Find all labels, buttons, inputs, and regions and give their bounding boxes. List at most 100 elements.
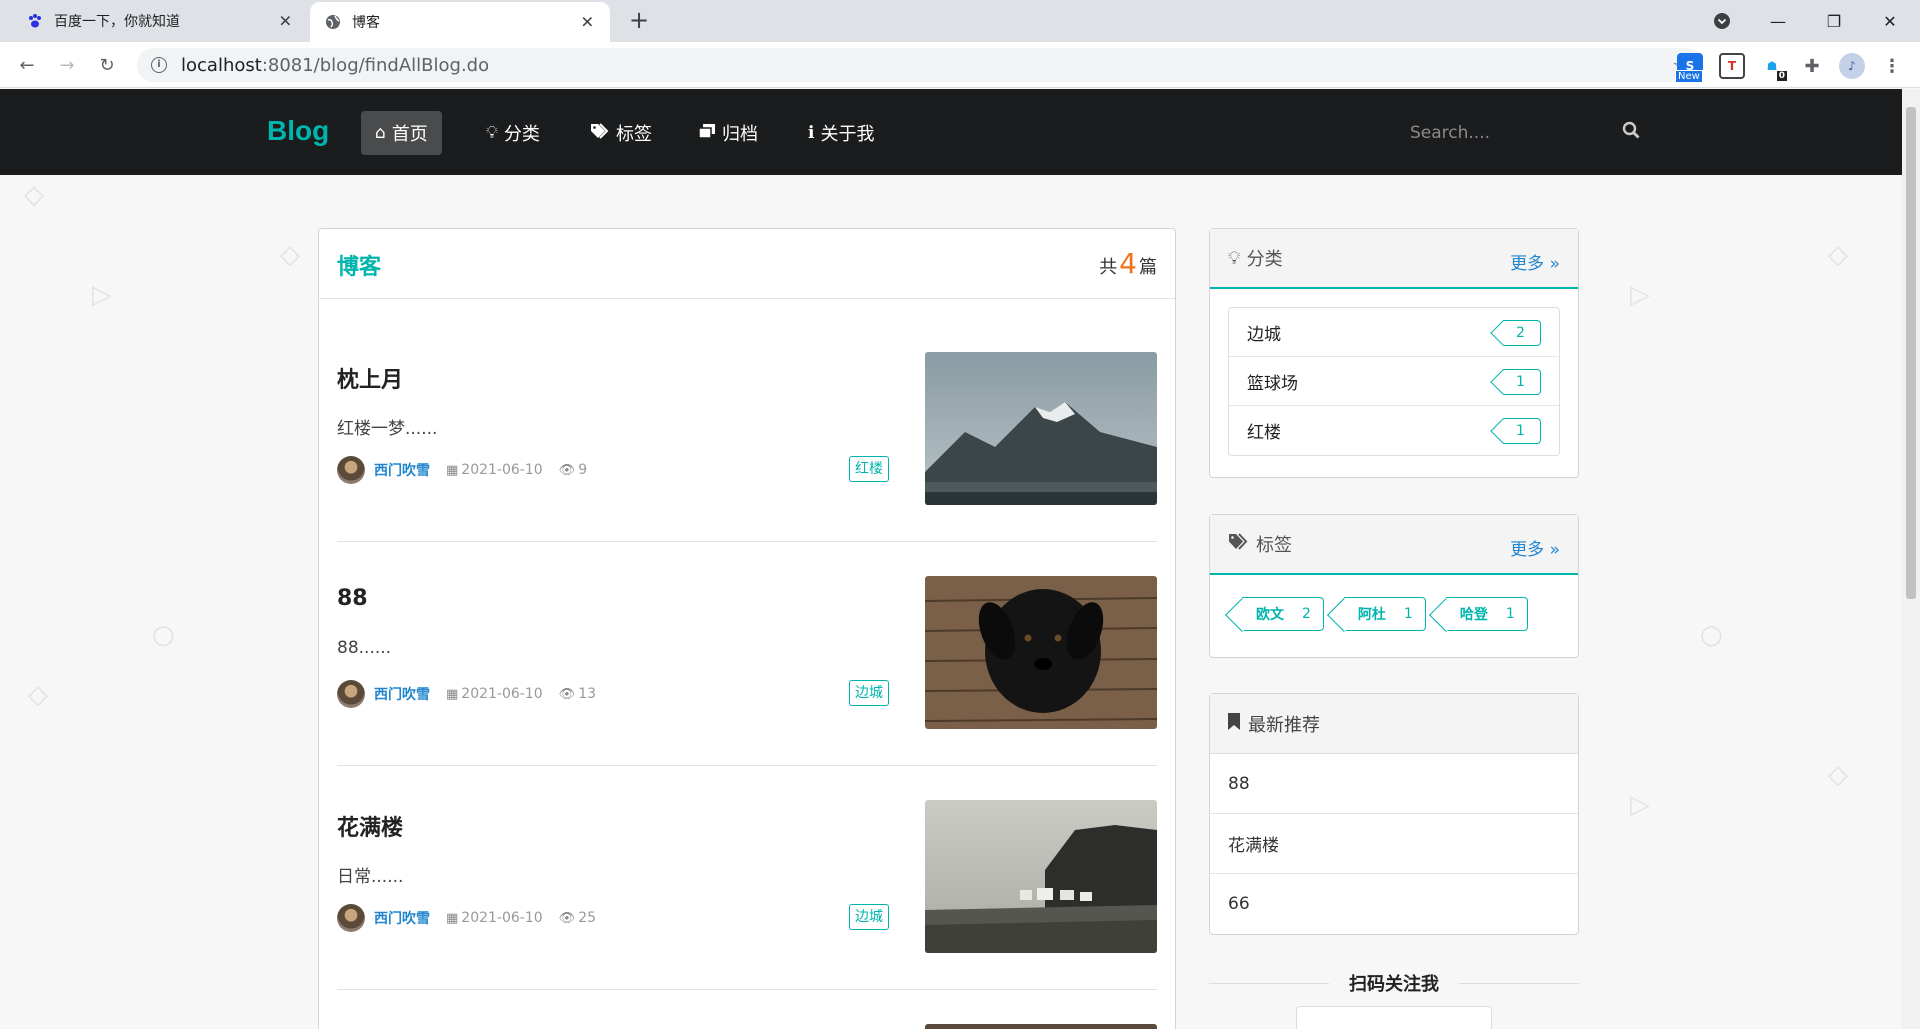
background-decoration: ◇: [1828, 240, 1848, 270]
tag-card-header: 标签 更多 »: [1210, 515, 1578, 575]
nav-label: 归档: [722, 124, 758, 145]
clone-icon: [698, 123, 716, 144]
menu-kebab-icon[interactable]: ⋮: [1879, 53, 1905, 79]
bookmark-icon: [1228, 712, 1240, 735]
post-meta: 西门吹雪 ▦ 2021-06-10 👁︎ 13: [337, 679, 612, 709]
tag-item[interactable]: 欧文 2: [1242, 597, 1324, 631]
post-title[interactable]: 88: [337, 586, 368, 611]
tab-title: 百度一下，你就知道: [54, 14, 180, 30]
recommend-card-title: 最新推荐: [1248, 714, 1320, 736]
post-title[interactable]: 枕上月: [337, 362, 403, 394]
tag-item[interactable]: 哈登 1: [1445, 597, 1528, 631]
more-label: 更多: [1510, 254, 1545, 274]
extension-bot-icon[interactable]: ☗ 0: [1759, 53, 1787, 81]
profile-avatar-icon[interactable]: ♪: [1839, 53, 1865, 79]
reload-icon[interactable]: ↻: [93, 51, 121, 79]
nav-tags[interactable]: 标签: [576, 111, 666, 155]
recommend-item[interactable]: 花满楼: [1210, 814, 1578, 874]
category-card-title: 分类: [1246, 249, 1283, 270]
blog-list-title: 博客: [337, 255, 382, 280]
tag-more-link[interactable]: 更多 »: [1510, 535, 1560, 560]
category-item[interactable]: 边城 2: [1229, 308, 1559, 357]
count-suffix: 篇: [1139, 257, 1157, 278]
browser-tab-baidu[interactable]: 百度一下，你就知道 ✕: [0, 0, 308, 42]
globe-icon: [324, 13, 342, 31]
extension-count-badge: 0: [1776, 71, 1787, 81]
post-image-dog[interactable]: [925, 576, 1157, 729]
qr-code-image: [1296, 1006, 1492, 1029]
recommend-item[interactable]: 88: [1210, 754, 1578, 814]
post-category-label[interactable]: 边城: [849, 680, 889, 706]
page-scrollbar[interactable]: [1902, 89, 1920, 1029]
post-image-mountain[interactable]: [925, 352, 1157, 505]
post-image-coast[interactable]: [925, 800, 1157, 953]
lightbulb-icon: 💡︎: [486, 123, 498, 143]
post-author[interactable]: 西门吹雪: [374, 460, 430, 480]
category-count-badge: 2: [1503, 320, 1541, 346]
post-date: 2021-06-10: [461, 462, 543, 478]
background-decoration: ◇: [280, 240, 300, 270]
url-host: localhost: [181, 54, 262, 76]
tag-name: 哈登: [1459, 607, 1488, 623]
qr-section-title: 扫码关注我: [1349, 974, 1439, 995]
extensions-puzzle-icon[interactable]: ✚: [1799, 53, 1825, 79]
address-bar[interactable]: i localhost:8081/blog/findAllBlog.do ☆: [137, 48, 1702, 82]
brand-logo[interactable]: Blog: [267, 115, 329, 147]
post-category-label[interactable]: 边城: [849, 904, 889, 930]
tab-search-icon[interactable]: [1694, 0, 1750, 42]
blog-count: 共4 篇: [1099, 247, 1157, 280]
category-count: 1: [1516, 423, 1525, 439]
count-prefix: 共: [1099, 257, 1118, 278]
tag-name: 阿杜: [1357, 607, 1386, 623]
nav-archive[interactable]: 归档: [684, 111, 772, 155]
count-number: 4: [1119, 247, 1137, 280]
nav-category[interactable]: 💡︎ 分类: [472, 111, 554, 155]
browser-tab-blog[interactable]: 博客 ✕: [310, 2, 610, 42]
tags-icon: [590, 122, 610, 144]
post-image-partial[interactable]: [925, 1024, 1157, 1029]
search-icon[interactable]: [1622, 121, 1640, 143]
category-item[interactable]: 红楼 1: [1229, 406, 1559, 455]
post-author[interactable]: 西门吹雪: [374, 908, 430, 928]
nav-home[interactable]: ⌂ 首页: [361, 111, 442, 155]
close-tab-icon[interactable]: ✕: [279, 12, 292, 31]
site-navbar: Blog ⌂ 首页 💡︎ 分类 标签 归档 ℹ 关于我: [0, 89, 1902, 175]
background-decoration: ▷: [92, 280, 112, 310]
more-label: 更多: [1510, 540, 1545, 560]
extension-t-icon[interactable]: T: [1719, 53, 1745, 79]
post-title[interactable]: 花满楼: [337, 810, 403, 842]
close-window-icon[interactable]: ✕: [1862, 0, 1918, 42]
category-more-link[interactable]: 更多 »: [1510, 249, 1560, 274]
tab-title: 博客: [352, 15, 380, 31]
new-tab-button[interactable]: +: [625, 7, 653, 35]
extension-new-badge: New: [1675, 70, 1703, 83]
recommend-item[interactable]: 66: [1210, 874, 1578, 934]
category-card-header: 💡︎ 分类 更多 »: [1210, 229, 1578, 289]
post-excerpt: 日常......: [337, 867, 404, 887]
nav-label: 分类: [503, 124, 540, 145]
close-tab-icon[interactable]: ✕: [581, 13, 594, 32]
restore-icon[interactable]: ❐: [1806, 0, 1862, 42]
tags-icon: [1228, 533, 1250, 555]
site-info-icon[interactable]: i: [151, 57, 167, 73]
category-name: 边城: [1247, 324, 1281, 345]
scrollbar-thumb[interactable]: [1906, 107, 1916, 599]
minimize-icon[interactable]: —: [1750, 0, 1806, 42]
eye-icon: 👁︎: [558, 686, 576, 702]
extension-new-icon[interactable]: New S: [1675, 53, 1703, 83]
back-icon[interactable]: ←: [13, 51, 41, 79]
post-author[interactable]: 西门吹雪: [374, 684, 430, 704]
category-item[interactable]: 篮球场 1: [1229, 357, 1559, 406]
tag-name: 欧文: [1256, 607, 1284, 623]
post-category-label[interactable]: 红楼: [849, 456, 889, 482]
double-angle-right-icon: »: [1549, 254, 1560, 274]
recommend-card-header: 最新推荐: [1210, 694, 1578, 754]
blog-list-header: 博客 共4 篇: [319, 229, 1175, 299]
search-input[interactable]: [1410, 123, 1610, 143]
browser-toolbar: ← → ↻ i localhost:8081/blog/findAllBlog.…: [0, 42, 1920, 88]
home-icon: ⌂: [375, 123, 386, 143]
tag-item[interactable]: 阿杜 1: [1343, 597, 1426, 631]
nav-about[interactable]: ℹ 关于我: [794, 111, 888, 155]
category-count-badge: 1: [1503, 418, 1541, 444]
forward-icon[interactable]: →: [53, 51, 81, 79]
